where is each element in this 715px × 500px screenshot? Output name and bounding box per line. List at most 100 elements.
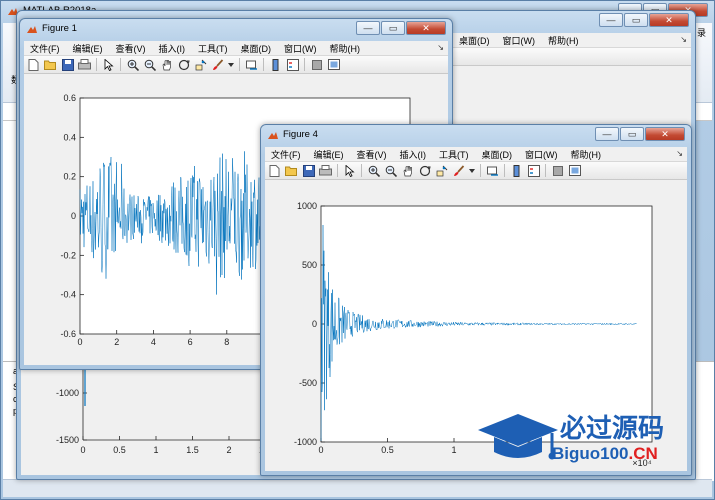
hidden-ytick-label: -1500 <box>56 435 79 445</box>
fig4-xtick-label: 0 <box>318 445 323 455</box>
zoom-out-icon[interactable] <box>384 164 397 177</box>
zoom-in-icon[interactable] <box>126 58 139 71</box>
watermark-cn-text: 必过源码 <box>560 414 665 444</box>
fig4-xtick-label: 0.5 <box>381 445 394 455</box>
brush-dropdown-icon[interactable] <box>469 164 475 177</box>
save-icon[interactable] <box>302 164 315 177</box>
menu-file[interactable]: 文件(F) <box>271 148 301 161</box>
print-icon[interactable] <box>78 58 91 71</box>
figure-4-maximize-button[interactable]: ▭ <box>620 127 644 141</box>
toolbar-separator <box>304 58 305 71</box>
show-plot-tools-icon[interactable] <box>568 164 581 177</box>
pan-hand-icon[interactable] <box>160 58 173 71</box>
fig4-ytick-label: 0 <box>312 319 317 329</box>
figure-1-titlebar: Figure 1 — ▭ ✕ <box>20 19 452 41</box>
toolbar-separator <box>239 58 240 71</box>
figure-4-menubar: 文件(F) 编辑(E) 查看(V) 插入(I) 工具(T) 桌面(D) 窗口(W… <box>265 147 687 162</box>
menu-help[interactable]: 帮助(H) <box>330 42 361 55</box>
bg-maximize-button[interactable]: ▭ <box>624 13 648 27</box>
save-icon[interactable] <box>61 58 74 71</box>
data-cursor-icon[interactable] <box>194 58 207 71</box>
zoom-in-icon[interactable] <box>367 164 380 177</box>
fig1-ytick-label: 0.6 <box>63 93 76 103</box>
legend-icon[interactable] <box>527 164 540 177</box>
fig1-ytick-label: -0.6 <box>60 329 76 339</box>
hidden-xtick-label: 0 <box>80 445 85 455</box>
zoom-out-icon[interactable] <box>143 58 156 71</box>
menu-tools[interactable]: 工具(T) <box>439 148 469 161</box>
figure-4-minimize-button[interactable]: — <box>595 127 619 141</box>
fig1-xtick-label: 4 <box>151 337 156 347</box>
figure-4-toolbar <box>265 162 687 180</box>
edit-plot-arrow-icon[interactable] <box>343 164 356 177</box>
hide-plot-tools-icon[interactable] <box>551 164 564 177</box>
link-plot-icon[interactable] <box>486 164 499 177</box>
fig4-ytick-label: -1000 <box>294 437 317 447</box>
menu-view[interactable]: 查看(V) <box>116 42 146 55</box>
fig1-ytick-label: -0.4 <box>60 290 76 300</box>
menu-window[interactable]: 窗口(W) <box>284 42 317 55</box>
toolbar-separator <box>504 164 505 177</box>
fig1-ytick-label: 0 <box>71 211 76 221</box>
matlab-logo-icon <box>27 26 37 33</box>
menu-tools[interactable]: 工具(T) <box>198 42 228 55</box>
fig4-ytick-label: 500 <box>302 260 317 270</box>
matlab-logo-icon <box>268 132 278 139</box>
data-cursor-icon[interactable] <box>435 164 448 177</box>
menu-edit[interactable]: 编辑(E) <box>314 148 344 161</box>
figure-4-close-button[interactable]: ✕ <box>645 127 685 141</box>
menu-insert[interactable]: 插入(I) <box>159 42 186 55</box>
hide-plot-tools-icon[interactable] <box>310 58 323 71</box>
rotate-3d-icon[interactable] <box>418 164 431 177</box>
open-file-icon[interactable] <box>285 164 298 177</box>
toolbar-separator <box>96 58 97 71</box>
figure-4-title: Figure 4 <box>283 129 318 140</box>
brush-icon[interactable] <box>211 58 224 71</box>
fig1-ytick-label: 0.2 <box>63 172 76 182</box>
menu-desktop[interactable]: 桌面(D) <box>241 42 272 55</box>
bg-menu-window[interactable]: 窗口(W) <box>503 34 536 47</box>
menu-overflow-icon[interactable]: ↘ <box>676 149 683 158</box>
figure-1-close-button[interactable]: ✕ <box>406 21 446 35</box>
menu-window[interactable]: 窗口(W) <box>525 148 558 161</box>
legend-icon[interactable] <box>286 58 299 71</box>
hidden-xtick-label: 0.5 <box>113 445 126 455</box>
bg-close-button[interactable]: ✕ <box>649 13 689 27</box>
menu-view[interactable]: 查看(V) <box>357 148 387 161</box>
colorbar-icon[interactable] <box>269 58 282 71</box>
watermark-en-name: Biguo100 <box>552 444 629 463</box>
edit-plot-arrow-icon[interactable] <box>102 58 115 71</box>
toolbar-separator <box>545 164 546 177</box>
menu-insert[interactable]: 插入(I) <box>400 148 427 161</box>
fig4-ytick-label: 1000 <box>297 201 317 211</box>
menu-desktop[interactable]: 桌面(D) <box>482 148 513 161</box>
menu-overflow-icon[interactable]: ↘ <box>437 43 444 52</box>
bg-minimize-button[interactable]: — <box>599 13 623 27</box>
toolbar-separator <box>361 164 362 177</box>
fig1-xtick-label: 2 <box>114 337 119 347</box>
fig1-xtick-label: 8 <box>224 337 229 347</box>
menu-help[interactable]: 帮助(H) <box>571 148 602 161</box>
fig1-ytick-label: -0.2 <box>60 250 76 260</box>
figure-1-minimize-button[interactable]: — <box>356 21 380 35</box>
figure-1-maximize-button[interactable]: ▭ <box>381 21 405 35</box>
bg-menu-help[interactable]: 帮助(H) <box>548 34 579 47</box>
new-figure-icon[interactable] <box>27 58 40 71</box>
hidden-xtick-label: 1 <box>153 445 158 455</box>
show-plot-tools-icon[interactable] <box>327 58 340 71</box>
hidden-xtick-label: 1.5 <box>186 445 199 455</box>
bg-menu-overflow-icon[interactable]: ↘ <box>680 35 687 44</box>
rotate-3d-icon[interactable] <box>177 58 190 71</box>
new-figure-icon[interactable] <box>268 164 281 177</box>
menu-file[interactable]: 文件(F) <box>30 42 60 55</box>
open-file-icon[interactable] <box>44 58 57 71</box>
pan-hand-icon[interactable] <box>401 164 414 177</box>
colorbar-icon[interactable] <box>510 164 523 177</box>
print-icon[interactable] <box>319 164 332 177</box>
brush-dropdown-icon[interactable] <box>228 58 234 71</box>
bg-menu-desktop[interactable]: 桌面(D) <box>459 34 490 47</box>
link-plot-icon[interactable] <box>245 58 258 71</box>
brush-icon[interactable] <box>452 164 465 177</box>
menu-edit[interactable]: 编辑(E) <box>73 42 103 55</box>
watermark-tld: .CN <box>628 444 658 463</box>
